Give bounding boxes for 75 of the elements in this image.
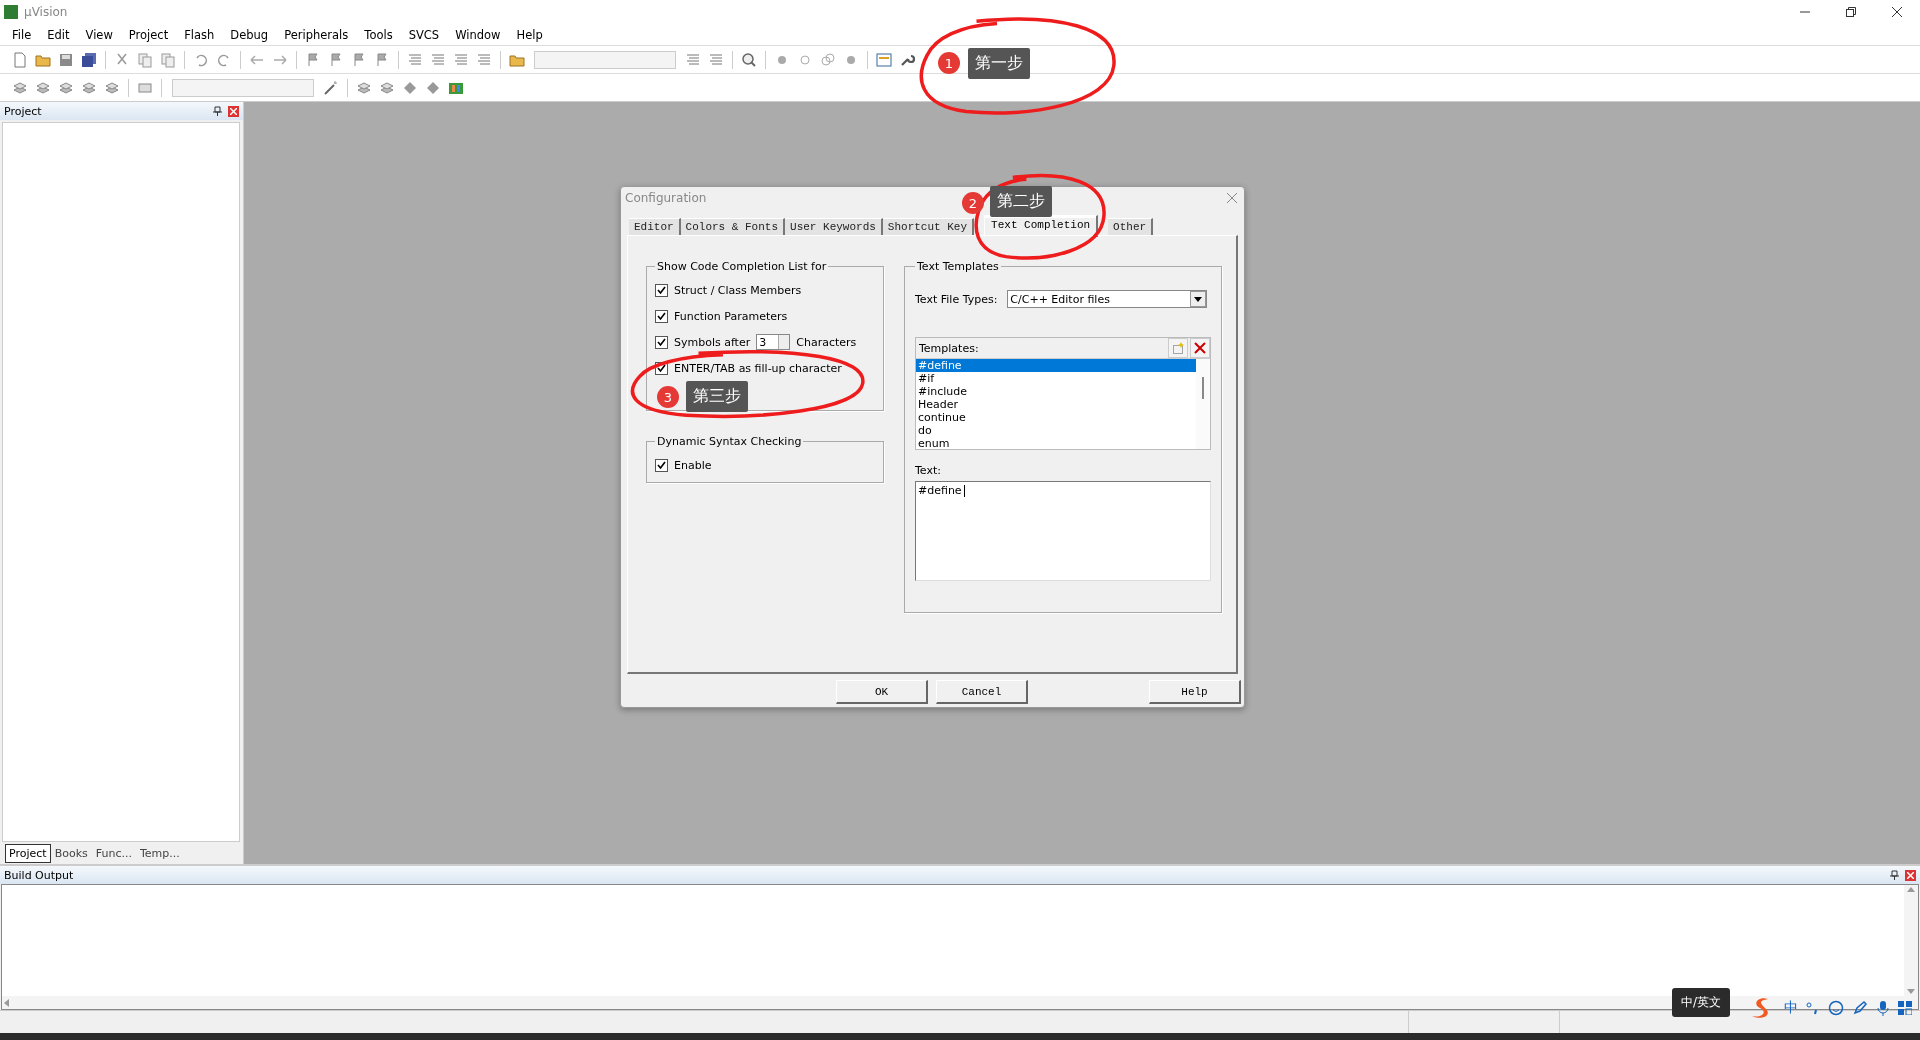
punctuation-icon[interactable] — [1806, 1001, 1820, 1015]
menu-item[interactable]: Project — [120, 27, 177, 42]
tooltip: 中/英文 — [1672, 988, 1731, 1017]
microphone-icon[interactable] — [1876, 1000, 1890, 1016]
step-label: 第三步 — [686, 381, 748, 412]
step-label: 第二步 — [990, 186, 1052, 217]
panel-tab[interactable]: Temp... — [135, 843, 184, 863]
scroll-left-icon[interactable] — [2, 997, 12, 1008]
dialog-title: Configuration — [625, 191, 707, 205]
field-label: Text: — [915, 464, 942, 477]
menu-item[interactable]: Flash — [176, 27, 223, 42]
menu-item[interactable]: Debug — [222, 27, 277, 42]
close-icon[interactable] — [1905, 869, 1916, 881]
checkbox-label: Enable — [674, 458, 712, 472]
close-icon[interactable] — [228, 105, 239, 117]
app-icon — [4, 5, 18, 19]
list-item[interactable]: do — [916, 424, 1196, 437]
menu-item[interactable]: Window — [447, 27, 509, 42]
scrollbar-thumb[interactable] — [1202, 377, 1204, 399]
close-icon[interactable] — [1224, 190, 1240, 206]
menu-item[interactable]: Peripherals — [276, 27, 357, 42]
checkbox-label: Symbols after — [674, 335, 751, 349]
field-label: Text File Types: — [915, 292, 998, 306]
grid-icon[interactable] — [1898, 1001, 1912, 1015]
group-title: Show Code Completion List for — [656, 260, 828, 273]
new-item-icon[interactable] — [1168, 338, 1188, 358]
delete-icon[interactable] — [1190, 338, 1210, 358]
menu-item[interactable]: Help — [508, 27, 551, 42]
dialog-tab[interactable]: User Keywords — [785, 218, 883, 235]
dialog-button[interactable]: Help — [1149, 680, 1241, 704]
smiley-icon[interactable] — [1828, 1000, 1844, 1016]
menu-item[interactable]: View — [77, 27, 121, 42]
menu-item[interactable]: Edit — [39, 27, 78, 42]
spin-suffix: Characters — [796, 335, 857, 349]
list-item[interactable]: #if — [916, 372, 1196, 385]
dialog-tab[interactable]: Editor — [629, 218, 681, 235]
checkbox-label: Function Parameters — [674, 309, 788, 323]
checkbox-label: Struct / Class Members — [674, 283, 802, 297]
panel-tab[interactable]: Books — [50, 843, 92, 863]
dialog-button[interactable]: OK — [836, 680, 928, 704]
menu-item[interactable]: File — [4, 27, 40, 42]
checkbox[interactable] — [655, 309, 668, 323]
checkbox[interactable] — [655, 458, 668, 472]
list-item[interactable]: Header — [916, 398, 1196, 411]
list-item[interactable]: #include — [916, 385, 1196, 398]
panel-title: Project — [4, 104, 42, 118]
checkbox[interactable] — [655, 283, 668, 297]
menu-item[interactable]: Tools — [356, 27, 401, 42]
step-label: 第一步 — [968, 48, 1030, 79]
list-label: Templates: — [919, 341, 979, 355]
list-item[interactable]: enum — [916, 437, 1196, 449]
dropdown-field[interactable] — [534, 50, 676, 69]
group-title: Text Templates — [916, 260, 1000, 273]
checkbox[interactable] — [655, 335, 668, 349]
dialog-button[interactable]: Cancel — [936, 680, 1028, 704]
panel-tab[interactable]: Project — [5, 843, 51, 863]
spin-field[interactable]: 3 — [756, 334, 791, 350]
dialog-tab[interactable]: Shortcut Key — [882, 218, 975, 235]
dropdown-field[interactable] — [172, 78, 314, 97]
pin-icon[interactable] — [1890, 870, 1899, 880]
dialog-tab[interactable]: Other — [1108, 218, 1154, 235]
list-item[interactable]: continue — [916, 411, 1196, 424]
pin-icon[interactable] — [213, 106, 222, 116]
pen-icon[interactable] — [1852, 1000, 1868, 1016]
dialog-tab[interactable]: Colors & Fonts — [680, 218, 786, 235]
list-item[interactable]: #define — [916, 359, 1196, 372]
dropdown-field[interactable]: C/C++ Editor files — [1007, 290, 1208, 308]
panel-tab[interactable]: Func... — [91, 843, 136, 863]
checkbox-label: ENTER/TAB as fill-up character — [674, 361, 842, 375]
input-mode-indicator[interactable]: 中 — [1784, 999, 1798, 1017]
window-title: µVision — [24, 5, 68, 19]
menu-item[interactable]: SVCS — [400, 27, 448, 42]
group-title: Dynamic Syntax Checking — [656, 435, 803, 448]
panel-title: Build Output — [4, 868, 74, 882]
text-area[interactable]: #define — [915, 481, 1211, 581]
